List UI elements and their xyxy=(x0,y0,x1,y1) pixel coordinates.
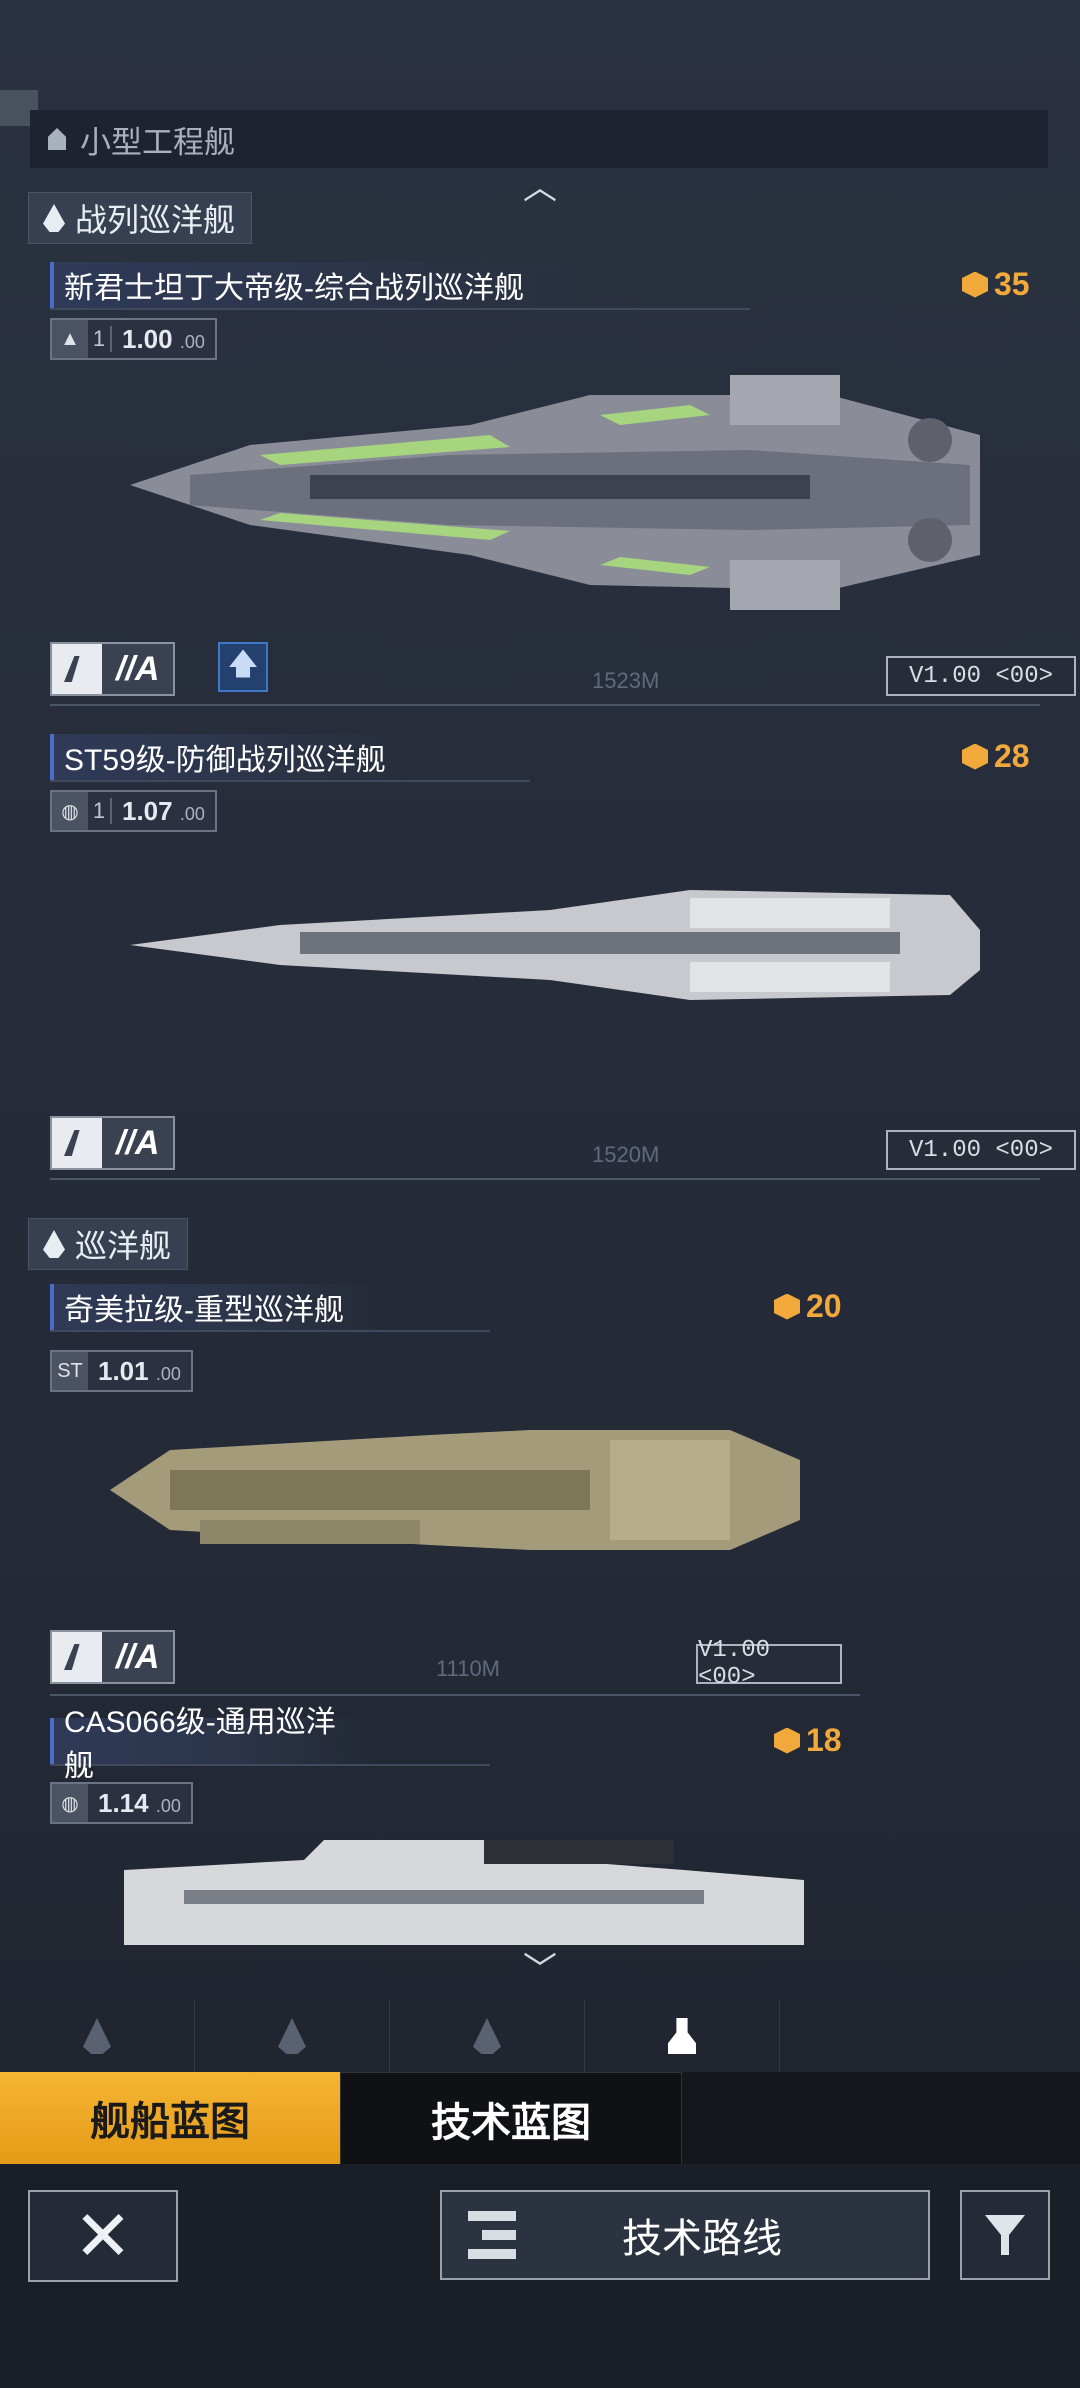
ship-version: 1.01 .00 xyxy=(98,1355,181,1386)
ship-length: 1523M xyxy=(592,668,660,693)
upgrade-arrow-button[interactable]: 🡅 xyxy=(218,642,268,692)
group-label: 小型工程舰 xyxy=(80,124,235,160)
cost-badge: 18 xyxy=(774,1722,842,1759)
length-ruler xyxy=(50,1694,860,1696)
cruiser-icon xyxy=(43,1230,65,1258)
grade-value: //A xyxy=(116,1637,160,1676)
ship-title: 奇美拉级-重型巡洋舰 xyxy=(50,1284,384,1330)
version-tag: V1.00 <00> xyxy=(696,1637,842,1691)
title-underline xyxy=(50,308,750,310)
ship-length: 1520M xyxy=(592,1142,660,1167)
tab-carrier[interactable] xyxy=(390,2000,585,2072)
carrier-icon xyxy=(473,2018,501,2054)
tech-route-button[interactable]: 技术路线 xyxy=(440,2190,930,2280)
cost-value: 20 xyxy=(806,1288,842,1324)
cost-icon xyxy=(774,1727,800,1754)
globe-icon: ◍ xyxy=(52,1784,88,1822)
ship-image-st59[interactable] xyxy=(130,870,990,1020)
ship-class-tabs xyxy=(0,2000,1080,2072)
chevron-down-icon[interactable]: ﹀ xyxy=(520,1950,560,1990)
filter-icon xyxy=(985,2215,1025,2255)
ship-card-4[interactable]: CAS066级-通用巡洋舰 xyxy=(50,1706,850,1783)
ship-stat-box: ◍ 1 1.07 .00 xyxy=(50,790,217,832)
cost-value: 18 xyxy=(806,1722,842,1758)
ship-level: 1 xyxy=(88,798,112,824)
role-icon xyxy=(52,644,102,694)
ship-image-chimera[interactable] xyxy=(110,1410,800,1570)
ship-card-2[interactable]: ST59级-防御战列巡洋舰 xyxy=(50,734,1040,782)
tech-tree-icon xyxy=(468,2211,516,2259)
cost-badge: 35 xyxy=(962,266,1030,303)
ship-image-cas066[interactable] xyxy=(124,1840,804,1945)
section-label: 战列巡洋舰 xyxy=(75,202,236,238)
length-ruler xyxy=(50,704,1040,706)
ship-role-grade: //A xyxy=(50,1116,176,1170)
ship-title: 新君士坦丁大帝级-综合战列巡洋舰 xyxy=(50,262,594,308)
ship-version: 1.14 .00 xyxy=(98,1787,181,1818)
close-button[interactable]: ✕ xyxy=(28,2190,178,2282)
tab-engineering[interactable] xyxy=(585,2000,780,2072)
ship-class-icon xyxy=(48,128,66,150)
ship-stat-box: ◍ 1.14 .00 xyxy=(50,1782,193,1824)
title-underline xyxy=(50,1330,490,1332)
ship-title: ST59级-防御战列巡洋舰 xyxy=(50,734,414,780)
ship-role-grade: //A xyxy=(50,1630,176,1684)
ship-card-1[interactable]: 新君士坦丁大帝级-综合战列巡洋舰 xyxy=(50,262,1040,310)
ship-type-icon: ▲ xyxy=(52,320,88,358)
tab-battleship[interactable] xyxy=(0,2000,195,2072)
gear-icon xyxy=(52,1118,102,1168)
version-tag: V1.00 <00> xyxy=(886,656,1076,696)
blueprint-tabs: 舰船蓝图 技术蓝图 xyxy=(0,2072,1080,2166)
filter-button[interactable] xyxy=(960,2190,1050,2280)
globe-icon: ◍ xyxy=(52,792,88,830)
group-header-small-engineering[interactable]: 小型工程舰 xyxy=(30,110,1048,168)
section-header-battlecruiser[interactable]: 战列巡洋舰 xyxy=(28,192,253,244)
section-label: 巡洋舰 xyxy=(75,1228,172,1264)
ship-version: 1.00 .00 xyxy=(122,323,205,354)
grade-value: //A xyxy=(116,649,160,688)
tech-route-label: 技术路线 xyxy=(622,2217,782,2261)
cost-badge: 20 xyxy=(774,1288,842,1325)
ship-level: 1 xyxy=(88,326,112,352)
ship-length: 1110M xyxy=(436,1656,501,1681)
faction-icon: ST xyxy=(52,1352,88,1390)
section-header-cruiser[interactable]: 巡洋舰 xyxy=(28,1218,189,1270)
length-ruler xyxy=(50,1178,1040,1180)
cost-icon xyxy=(962,743,988,770)
role-icon xyxy=(52,1632,102,1682)
tab-tech-blueprint[interactable]: 技术蓝图 xyxy=(340,2072,682,2166)
tab-cruiser[interactable] xyxy=(195,2000,390,2072)
close-icon: ✕ xyxy=(73,2197,133,2275)
cruiser-icon xyxy=(278,2018,306,2054)
cost-icon xyxy=(962,271,988,298)
version-tag: V1.00 <00> xyxy=(886,1130,1076,1170)
ship-role-grade: //A xyxy=(50,642,176,696)
tab-ship-blueprint[interactable]: 舰船蓝图 xyxy=(0,2072,340,2164)
battlecruiser-icon xyxy=(43,204,65,232)
ship-stat-box: ▲ 1 1.00 .00 xyxy=(50,318,217,360)
cost-value: 28 xyxy=(994,738,1030,774)
battleship-icon xyxy=(83,2018,111,2054)
engineering-icon xyxy=(668,2018,696,2054)
cost-badge: 28 xyxy=(962,738,1030,775)
ship-card-3[interactable]: 奇美拉级-重型巡洋舰 xyxy=(50,1284,850,1332)
cost-value: 35 xyxy=(994,266,1030,302)
ship-title: CAS066级-通用巡洋舰 xyxy=(50,1706,374,1783)
ship-image-constantine[interactable] xyxy=(130,355,990,625)
ship-stat-box: ST 1.01 .00 xyxy=(50,1350,193,1392)
cost-icon xyxy=(774,1293,800,1320)
chevron-up-icon[interactable]: ︿ xyxy=(520,168,560,208)
title-underline xyxy=(50,780,530,782)
ship-version: 1.07 .00 xyxy=(122,795,205,826)
grade-value: //A xyxy=(116,1123,160,1162)
